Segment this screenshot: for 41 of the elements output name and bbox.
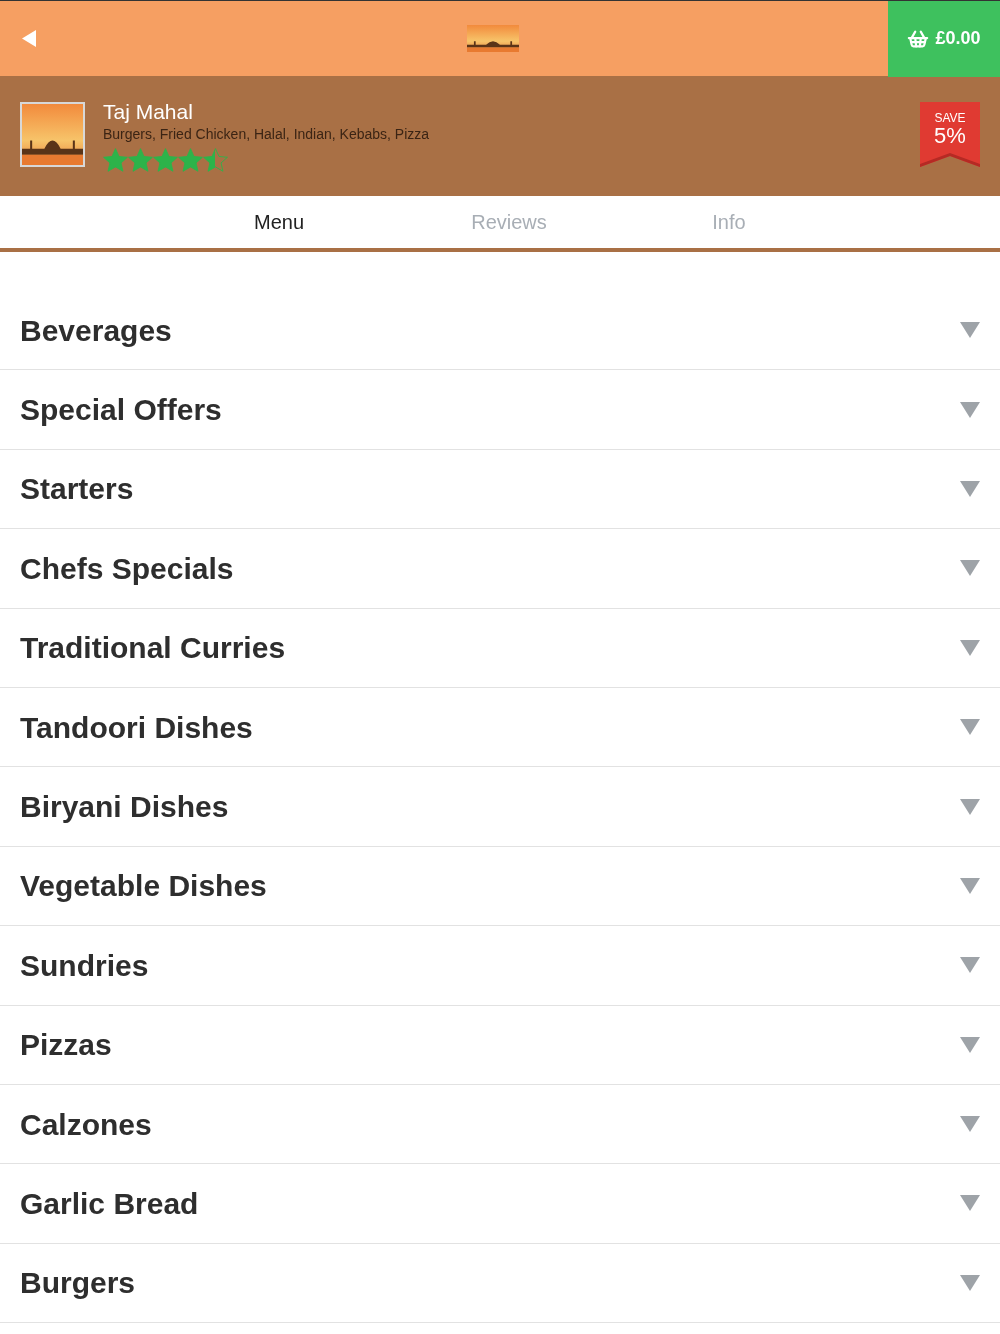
photo-placeholder [20,102,85,167]
menu-category-row[interactable]: Sundries [0,926,1000,1006]
category-title: Special Offers [20,392,222,429]
back-icon [22,30,36,47]
star-icon [103,148,128,172]
save-percent: 5% [934,125,966,147]
menu-category-row[interactable]: Vegetable Dishes [0,846,1000,927]
cuisine-list: Burgers, Fried Chicken, Halal, Indian, Kebabs, Pizza [103,125,430,143]
save-ribbon [920,102,980,167]
menu-category-row[interactable]: Special Offers [0,370,1000,450]
save-label: SAVE [934,112,966,125]
menu-category-row[interactable]: Starters [0,449,1000,530]
category-title: Starters [20,471,134,508]
category-title: Burgers [20,1265,136,1302]
category-title: Tandoori Dishes [20,709,253,746]
star-icon [153,148,178,172]
menu-category-row[interactable]: Calzones [0,1084,1000,1165]
tab[interactable]: Menu [164,196,394,248]
category-title: Garlic Bread [20,1186,199,1222]
category-title: Sundries [20,947,149,984]
menu-category-row[interactable]: Traditional Curries [0,608,1000,688]
menu-category-row[interactable]: Tandoori Dishes [0,687,1000,768]
star-icon [128,148,153,172]
category-title: Vegetable Dishes [20,868,267,905]
menu-category-row[interactable]: Garlic Bread [0,1164,1000,1244]
restaurant-name: Taj Mahal [103,99,193,125]
menu-category-row[interactable]: Beverages [0,291,1000,371]
category-title: Biryani Dishes [20,789,229,826]
menu-category-row[interactable]: Burgers [0,1243,1000,1324]
category-title: Pizzas [20,1027,112,1064]
category-title: Calzones [20,1106,152,1143]
menu-category-row[interactable]: Chefs Specials [0,529,1000,609]
photo-placeholder [467,25,519,52]
back-button[interactable] [20,28,38,49]
star-icon [178,148,203,172]
category-title: Traditional Curries [20,630,286,667]
star-icon [203,148,228,172]
menu-category-row[interactable]: Pizzas [0,1005,1000,1085]
menu-category-row[interactable]: Biryani Dishes [0,767,1000,847]
category-title: Chefs Specials [20,550,234,587]
category-title: Beverages [20,312,172,349]
